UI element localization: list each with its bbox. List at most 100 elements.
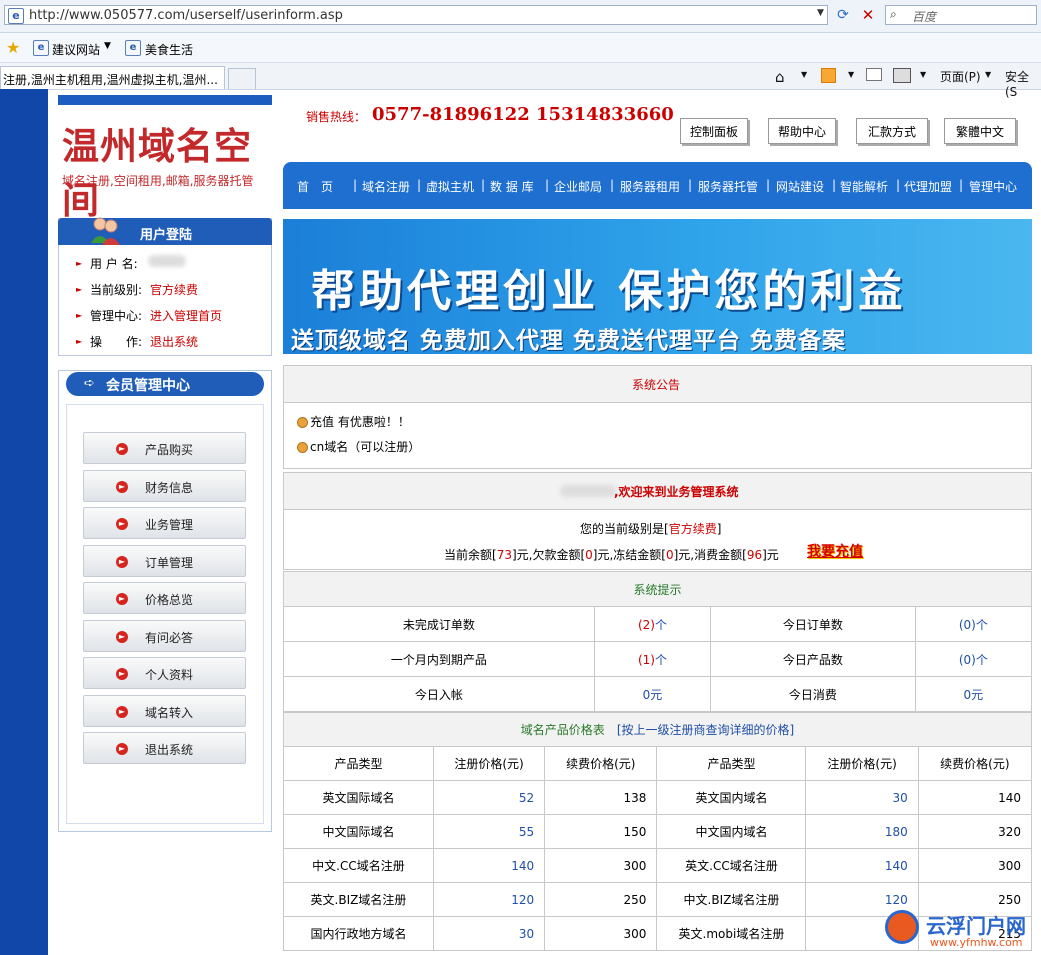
renew-price: 320 bbox=[917, 814, 1033, 849]
new-tab-button[interactable] bbox=[228, 68, 256, 89]
mail-icon[interactable] bbox=[866, 68, 882, 81]
arrow-circle-icon: ► bbox=[116, 518, 128, 530]
arrow-circle-icon: ► bbox=[116, 556, 128, 568]
nav-domain-registration[interactable]: 域名注册 bbox=[362, 178, 410, 195]
browser-tab-bar: 注册,温州主机租用,温州虚拟主机,温州... ⌂ ▼ ▼ ▼ 页面(P) ▼ 安… bbox=[0, 63, 1041, 99]
product-type: 中文国际域名 bbox=[283, 814, 434, 849]
favorite-link-food-life[interactable]: 美食生活 bbox=[145, 41, 193, 58]
tips-value: (0)个 bbox=[914, 606, 1033, 642]
product-type: 英文.BIZ域名注册 bbox=[283, 882, 434, 917]
nav-server-rental[interactable]: 服务器租用 bbox=[620, 178, 680, 195]
chevron-down-icon[interactable]: ▼ bbox=[801, 70, 807, 79]
login-action-label: 操 作: bbox=[90, 335, 143, 349]
nav-home[interactable]: 首 页 bbox=[297, 178, 333, 195]
price-table-note[interactable]: [按上一级注册商查询详细的价格] bbox=[617, 723, 794, 737]
menu-logout[interactable]: ► 退出系统 bbox=[83, 732, 246, 764]
safety-menu[interactable]: 安全(S bbox=[1005, 68, 1041, 99]
favorite-link-suggested-sites[interactable]: 建议网站 bbox=[52, 41, 100, 58]
payment-methods-button[interactable]: 汇款方式 bbox=[856, 118, 928, 144]
nav-separator: | bbox=[481, 178, 486, 192]
chevron-down-icon[interactable]: ▼ bbox=[104, 41, 111, 51]
banner-subline: 送顶级域名 免费加入代理 免费送代理平台 免费备案 bbox=[291, 328, 847, 354]
address-url[interactable]: http://www.050577.com/userself/userinfor… bbox=[29, 8, 343, 23]
arrow-circle-icon: ► bbox=[116, 743, 128, 755]
nav-website-building[interactable]: 网站建设 bbox=[776, 178, 824, 195]
price-table-title-cell: 域名产品价格表 [按上一级注册商查询详细的价格] bbox=[283, 712, 1032, 747]
renew-price: 140 bbox=[917, 780, 1033, 815]
nav-management-center[interactable]: 管理中心 bbox=[969, 178, 1017, 195]
announcement-title: 系统公告 bbox=[632, 378, 681, 392]
address-input[interactable]: e http://www.050577.com/userself/userinf… bbox=[4, 5, 828, 25]
product-type: 中文国内域名 bbox=[656, 814, 807, 849]
browser-tab-active[interactable]: 注册,温州主机租用,温州虚拟主机,温州... bbox=[0, 66, 225, 89]
refresh-icon[interactable]: ⟳ bbox=[832, 5, 854, 25]
product-type: 英文国际域名 bbox=[283, 780, 434, 815]
renew-price: 250 bbox=[544, 882, 658, 917]
nav-agent-join[interactable]: 代理加盟 bbox=[904, 178, 952, 195]
chevron-down-icon[interactable]: ▼ bbox=[985, 70, 991, 79]
home-icon[interactable]: ⌂ bbox=[775, 68, 785, 86]
enter-admin-home-link[interactable]: 进入管理首页 bbox=[150, 307, 222, 324]
register-price: 30 bbox=[805, 780, 919, 815]
promo-banner[interactable]: 帮助代理创业 保护您的利益 送顶级域名 免费加入代理 免费送代理平台 免费备案 bbox=[283, 219, 1032, 354]
chevron-down-icon[interactable]: ▼ bbox=[920, 70, 926, 79]
product-type: 国内行政地方域名 bbox=[283, 916, 434, 951]
site-logo[interactable]: 温州域名空间 bbox=[62, 116, 277, 224]
menu-finance-info[interactable]: ► 财务信息 bbox=[83, 470, 246, 502]
left-decor-strip bbox=[0, 89, 48, 955]
menu-personal-info[interactable]: ► 个人资料 bbox=[83, 657, 246, 689]
price-header: 产品类型 bbox=[656, 746, 807, 781]
nav-virtual-host[interactable]: 虚拟主机 bbox=[426, 178, 474, 195]
register-price: 52 bbox=[432, 780, 546, 815]
banner-headline: 帮助代理创业 保护您的利益 bbox=[311, 266, 907, 317]
bullet-arrow-icon: ► bbox=[76, 311, 83, 320]
renew-price: 138 bbox=[544, 780, 658, 815]
logout-link[interactable]: 退出系统 bbox=[150, 333, 198, 350]
logo-top-bar bbox=[58, 95, 272, 105]
level-value: 官方续费 bbox=[668, 522, 717, 536]
username-redacted bbox=[560, 485, 616, 497]
table-row: 中文国际域名 55 150 中文国内域名 180 320 bbox=[283, 814, 1033, 849]
nav-server-hosting[interactable]: 服务器托管 bbox=[698, 178, 758, 195]
table-row: 国内行政地方域名 30 300 英文.mobi域名注册 215 bbox=[283, 916, 1033, 951]
ie-page-icon: e bbox=[8, 8, 24, 24]
stop-icon[interactable]: ✕ bbox=[857, 5, 879, 25]
announcement-item[interactable]: cn域名（可以注册） bbox=[310, 438, 420, 455]
control-panel-button[interactable]: 控制面板 bbox=[680, 118, 748, 144]
menu-order-management[interactable]: ► 订单管理 bbox=[83, 545, 246, 577]
frozen-label: ]元,冻结金额[ bbox=[592, 548, 666, 562]
print-icon[interactable] bbox=[893, 68, 911, 83]
tips-value[interactable]: (1)个 bbox=[593, 641, 712, 677]
rss-icon[interactable] bbox=[821, 68, 836, 83]
chevron-down-icon[interactable]: ▼ bbox=[848, 70, 854, 79]
page-menu[interactable]: 页面(P) bbox=[940, 68, 981, 85]
announcement-panel: 系统公告 充值 有优惠啦！！ cn域名（可以注册） bbox=[283, 365, 1032, 469]
ie-page-icon: e bbox=[125, 40, 141, 56]
announcement-item[interactable]: 充值 有优惠啦！！ bbox=[310, 413, 410, 430]
address-dropdown-icon[interactable]: ▼ bbox=[817, 8, 824, 18]
traditional-chinese-button[interactable]: 繁體中文 bbox=[944, 118, 1016, 144]
menu-domain-transfer-in[interactable]: ► 域名转入 bbox=[83, 695, 246, 727]
favorites-star-icon[interactable]: ★ bbox=[6, 38, 20, 57]
nav-database[interactable]: 数 据 库 bbox=[490, 178, 534, 195]
menu-faq[interactable]: ► 有问必答 bbox=[83, 620, 246, 652]
owe-value: 0 bbox=[585, 548, 593, 562]
help-center-button[interactable]: 帮助中心 bbox=[768, 118, 836, 144]
tips-value[interactable]: (2)个 bbox=[593, 606, 712, 642]
recharge-link[interactable]: 我要充值 bbox=[807, 541, 863, 561]
menu-product-purchase[interactable]: ► 产品购买 bbox=[83, 432, 246, 464]
nav-smart-dns[interactable]: 智能解析 bbox=[840, 178, 888, 195]
menu-price-overview[interactable]: ► 价格总览 bbox=[83, 582, 246, 614]
search-input[interactable]: ⌕ 百度 bbox=[885, 5, 1037, 25]
tips-label: 今日订单数 bbox=[710, 606, 916, 642]
browser-address-bar: e http://www.050577.com/userself/userinf… bbox=[0, 0, 1041, 33]
domain-price-table: 域名产品价格表 [按上一级注册商查询详细的价格] 产品类型 注册价格(元) 续费… bbox=[283, 712, 1033, 951]
nav-enterprise-mail[interactable]: 企业邮局 bbox=[554, 178, 602, 195]
menu-business-management[interactable]: ► 业务管理 bbox=[83, 507, 246, 539]
arrow-circle-icon: ► bbox=[116, 668, 128, 680]
register-price: 180 bbox=[805, 814, 919, 849]
product-type: 英文国内域名 bbox=[656, 780, 807, 815]
nav-separator: | bbox=[417, 178, 422, 192]
register-price: 30 bbox=[432, 916, 546, 951]
users-avatar-icon bbox=[91, 217, 120, 245]
